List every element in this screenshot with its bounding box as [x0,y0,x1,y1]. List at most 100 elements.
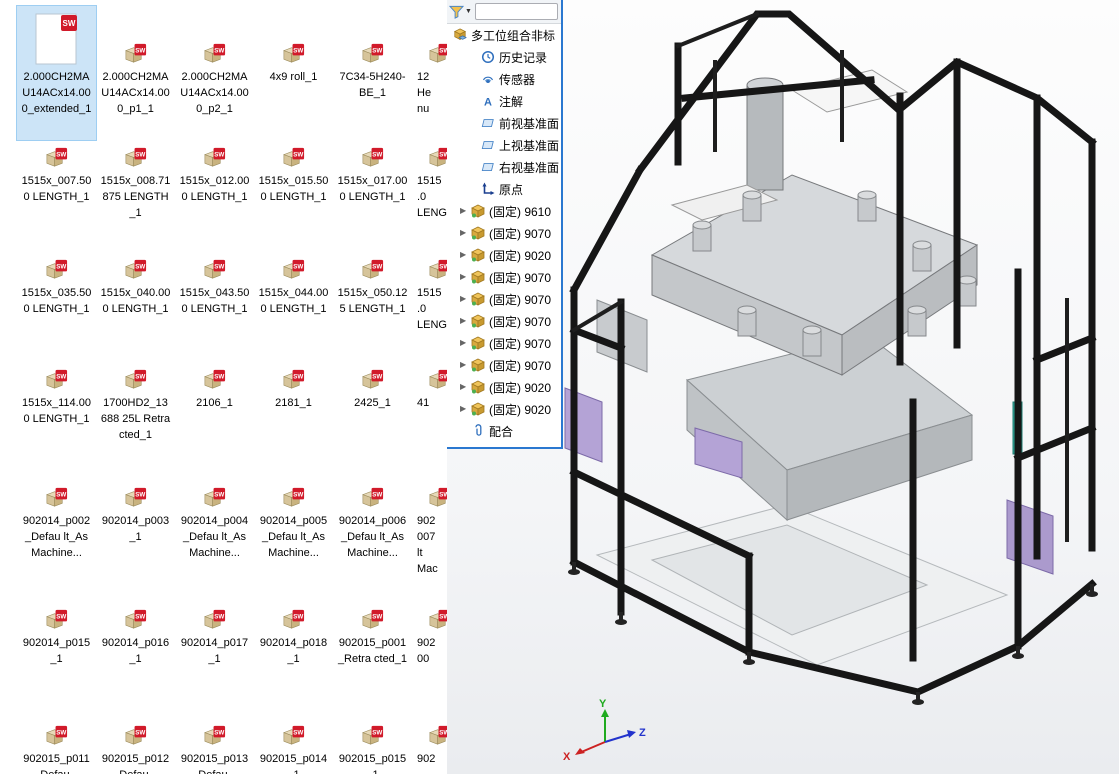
filter-dropdown-caret[interactable]: ▼ [465,8,472,15]
file-item[interactable]: SW2.000CH2MAU14ACx14.000_extended_1 [17,6,96,140]
tree-item[interactable]: 前视基准面 [447,112,561,134]
svg-text:SW: SW [372,374,382,381]
file-item[interactable]: SW902014_p003_1 [96,480,175,602]
app-window: SW2.000CH2MAU14ACx14.000_extended_1SW2.0… [0,0,1119,774]
file-item[interactable]: SW902014_p016_1 [96,602,175,718]
file-item[interactable]: SW902015_p012_Defau... [96,718,175,774]
file-item[interactable]: SW902015_p015_1 [333,718,412,774]
file-label: 1515 .0 LENG [417,285,447,333]
file-item[interactable]: SW2.000CH2MAU14ACx14.000_p2_1 [175,6,254,140]
expand-arrow-icon[interactable]: ▶ [460,266,470,288]
file-item[interactable]: SW7C34-5H240-BE_1 [333,6,412,140]
tree-item-label: 前视基准面 [499,115,559,132]
tree-item-label: (固定) 9070 [489,335,551,352]
tree-item-label: 注解 [499,93,523,110]
file-item[interactable]: SW902014_p018_1 [254,602,333,718]
file-item[interactable]: SW4x9 roll_1 [254,6,333,140]
tree-item[interactable]: ▶ (固定) 9020 [447,244,561,266]
file-item[interactable]: SW1515x_043.500 LENGTH_1 [175,252,254,362]
svg-text:SW: SW [293,264,303,271]
file-item[interactable]: SW1515x_044.000 LENGTH_1 [254,252,333,362]
expand-arrow-icon[interactable]: ▶ [460,288,470,310]
svg-text:SW: SW [214,492,224,499]
component-icon [470,357,486,373]
tree-root-item[interactable]: 多工位组合非标 [447,24,561,46]
expand-arrow-icon[interactable]: ▶ [460,244,470,266]
tree-item-label: (固定) 9070 [489,269,551,286]
tree-item[interactable]: ▶ (固定) 9070 [447,310,561,332]
tree-item[interactable]: 传感器 [447,68,561,90]
file-item[interactable]: SW902014_p002_Defau lt_As Machine... [17,480,96,602]
expand-arrow-icon[interactable]: ▶ [460,376,470,398]
file-label: 902015_p015_1 [338,751,408,774]
tree-item[interactable]: 配合 [447,420,561,442]
file-item[interactable]: SW2.000CH2MAU14ACx14.000_p1_1 [96,6,175,140]
expand-arrow-icon[interactable]: ▶ [460,200,470,222]
file-label: 902014_p017_1 [180,635,250,667]
solidworks-part-icon: SW [360,256,385,282]
file-item[interactable]: SW1515x_015.500 LENGTH_1 [254,140,333,252]
file-item[interactable]: SW902014_p017_1 [175,602,254,718]
tree-item[interactable]: ▶(固定) 9020 [447,376,561,398]
tree-item[interactable]: 历史记录 [447,46,561,68]
solidworks-part-icon: SW [123,484,148,510]
solidworks-part-icon: SW [44,484,69,510]
solidworks-part-icon: SW [123,144,148,170]
file-label: 902015_p011_Defau... [22,751,92,774]
file-item[interactable]: SW902014_p006_Defau lt_As Machine... [333,480,412,602]
solidworks-part-icon: SW [281,10,306,66]
solidworks-part-icon: SW [123,722,148,748]
file-item[interactable]: SW2106_1 [175,362,254,480]
file-item[interactable]: SW902015_p001_Retra cted_1 [333,602,412,718]
svg-text:SW: SW [214,374,224,381]
annotations-icon: A [480,93,496,109]
tree-item-label: 原点 [499,181,523,198]
tree-item-label: (固定) 9020 [489,247,551,264]
file-item[interactable]: SW2425_1 [333,362,412,480]
file-item[interactable]: SW902015_p014_1 [254,718,333,774]
file-item[interactable]: SW1515x_012.000 LENGTH_1 [175,140,254,252]
file-item[interactable]: SW902014_p005_Defau lt_As Machine... [254,480,333,602]
tree-item[interactable]: ▶(固定) 9070 [447,354,561,376]
file-label: 902015_p013_Defau... [180,751,250,774]
expand-arrow-icon[interactable]: ▶ [460,222,470,244]
expand-arrow-icon[interactable]: ▶ [460,332,470,354]
file-item[interactable]: SW1515x_017.000 LENGTH_1 [333,140,412,252]
file-item[interactable]: SW1700HD2_13688 25L Retracted_1 [96,362,175,480]
expand-arrow-icon[interactable]: ▶ [460,354,470,376]
file-browser-panel: SW2.000CH2MAU14ACx14.000_extended_1SW2.0… [0,0,492,774]
file-label: 1515x_008.71875 LENGTH_1 [101,173,171,221]
triad-x-label: X [563,751,571,763]
file-label: 2.000CH2MAU14ACx14.000_p1_1 [101,69,171,117]
tree-item[interactable]: ▶(固定) 9070 [447,288,561,310]
file-label: 1515x_012.000 LENGTH_1 [180,173,250,205]
tree-item[interactable]: ▶ (固定) 9070 [447,266,561,288]
tree-item[interactable]: 原点 [447,178,561,200]
file-item[interactable]: SW1515x_114.000 LENGTH_1 [17,362,96,480]
file-item[interactable]: SW902015_p013_Defau... [175,718,254,774]
tree-item[interactable]: ▶ (固定) 9070 [447,332,561,354]
file-item[interactable]: SW2181_1 [254,362,333,480]
file-item[interactable]: SW902014_p015_1 [17,602,96,718]
file-item[interactable]: SW902014_p004_Defau lt_As Machine... [175,480,254,602]
filter-funnel-icon[interactable] [449,5,464,19]
tree-item[interactable]: ▶(固定) 9070 [447,222,561,244]
file-item[interactable]: SW 1515x_008.71875 LENGTH_1 [96,140,175,252]
file-item[interactable]: SW1515x_035.500 LENGTH_1 [17,252,96,362]
file-item[interactable]: SW902015_p011_Defau... [17,718,96,774]
expand-arrow-icon[interactable]: ▶ [460,398,470,420]
tree-item[interactable]: 右视基准面 [447,156,561,178]
svg-text:SW: SW [62,19,75,28]
tree-item[interactable]: ▶(固定) 9020 [447,398,561,420]
file-item[interactable]: SW1515x_007.500 LENGTH_1 [17,140,96,252]
tree-item-label: (固定) 9070 [489,313,551,330]
expand-arrow-icon[interactable]: ▶ [460,310,470,332]
file-item[interactable]: SW1515x_040.000 LENGTH_1 [96,252,175,362]
tree-item[interactable]: 上视基准面 [447,134,561,156]
tree-filter-input[interactable] [475,3,558,20]
component-icon [470,313,486,329]
tree-item[interactable]: A注解 [447,90,561,112]
tree-item[interactable]: ▶(固定) 9610 [447,200,561,222]
file-item[interactable]: SW1515x_050.125 LENGTH_1 [333,252,412,362]
solidworks-part-icon: SW [360,10,385,66]
